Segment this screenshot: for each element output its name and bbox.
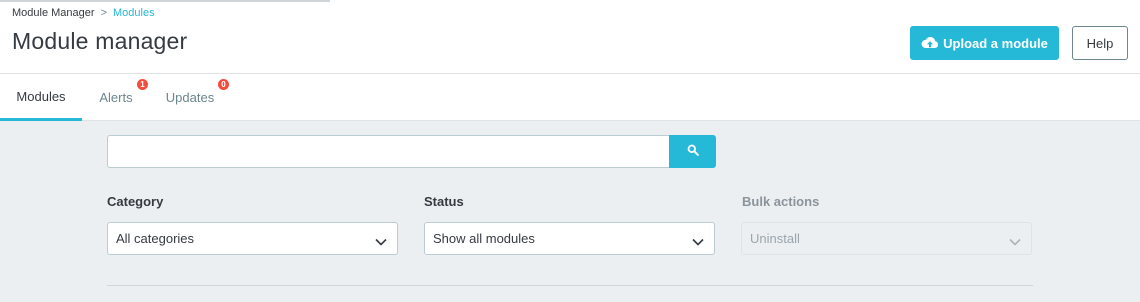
breadcrumb-current[interactable]: Modules — [113, 7, 155, 19]
status-label: Status — [424, 194, 464, 209]
help-button[interactable]: Help — [1072, 26, 1128, 60]
page-header: Module Manager > Modules Module manager Up… — [0, 0, 1140, 74]
chevron-down-icon — [375, 234, 387, 249]
chevron-down-icon — [692, 234, 704, 249]
bulk-actions-label: Bulk actions — [742, 194, 820, 209]
breadcrumb-parent[interactable]: Module Manager — [12, 7, 95, 19]
breadcrumb: Module Manager > Modules — [12, 7, 155, 19]
breadcrumb-separator: > — [100, 7, 107, 19]
upload-module-button[interactable]: Upload a module — [910, 26, 1059, 60]
upload-module-label: Upload a module — [943, 35, 1048, 51]
tab-alerts[interactable]: Alerts 1 — [86, 74, 148, 120]
page-title: Module manager — [12, 28, 188, 54]
category-label: Category — [107, 194, 164, 209]
updates-badge: 0 — [218, 79, 229, 90]
tab-updates-label: Updates — [165, 89, 215, 105]
section-divider — [107, 285, 1033, 286]
status-select[interactable]: Show all modules — [424, 222, 715, 255]
bulk-actions-select: Uninstall — [741, 222, 1032, 255]
search-input[interactable] — [107, 135, 670, 168]
tab-modules[interactable]: Modules — [0, 74, 82, 121]
category-select[interactable]: All categories — [107, 222, 398, 255]
category-selected-value: All categories — [116, 231, 195, 246]
search-button[interactable] — [669, 135, 716, 168]
status-selected-value: Show all modules — [433, 231, 535, 246]
bulk-actions-selected-value: Uninstall — [750, 231, 800, 246]
search-icon — [687, 143, 699, 161]
tab-bar: Modules Alerts 1 Updates 0 — [0, 74, 1140, 121]
tab-updates[interactable]: Updates 0 — [158, 74, 229, 120]
tab-alerts-label: Alerts — [99, 89, 133, 105]
loading-bar — [0, 0, 330, 2]
chevron-down-icon — [1009, 234, 1021, 249]
cloud-upload-icon — [921, 36, 939, 50]
tab-modules-label: Modules — [16, 88, 66, 104]
alerts-badge: 1 — [137, 79, 148, 90]
